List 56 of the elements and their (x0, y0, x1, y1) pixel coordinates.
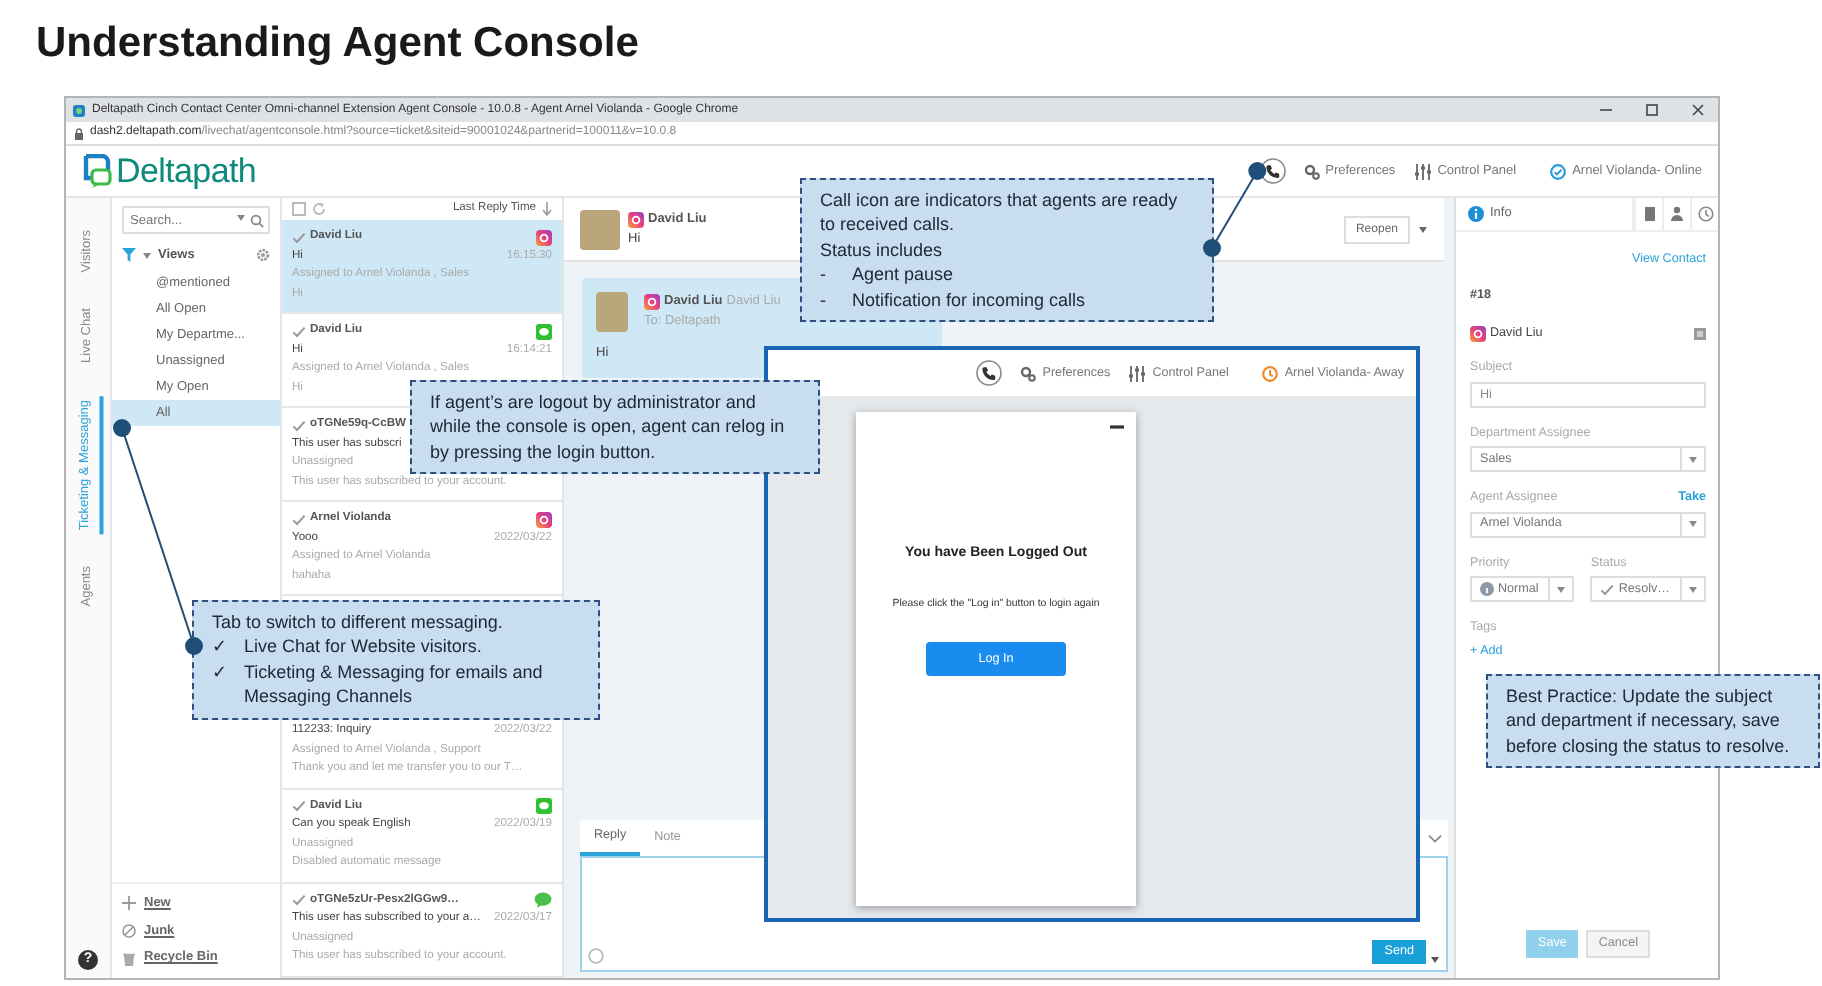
callout-bullet: Notification for incoming calls (852, 287, 1086, 313)
callout-text: Call icon are indicators that agents are ready to received calls. (820, 188, 1180, 238)
check-icon (292, 513, 306, 526)
gears-icon (1303, 163, 1320, 179)
check-icon (292, 894, 306, 907)
caret-icon (1418, 225, 1428, 233)
gears-icon (1020, 365, 1037, 381)
info-icon (1480, 582, 1494, 597)
browser-favicon-icon (72, 103, 86, 117)
person-icon[interactable] (1670, 206, 1684, 222)
card-icon (1694, 327, 1706, 340)
check-icon (292, 231, 306, 244)
caret-icon (236, 214, 246, 222)
sliders-icon (1128, 365, 1147, 381)
info-icon (1468, 206, 1484, 222)
bullet-marker: - (820, 262, 828, 288)
caret-icon (142, 251, 152, 260)
gear-icon[interactable] (256, 248, 270, 263)
check-icon (1600, 583, 1615, 596)
caret-icon (1430, 956, 1440, 964)
plus-icon (122, 896, 136, 911)
lock-icon (74, 127, 84, 139)
photo-placeholder (580, 209, 620, 249)
book-icon[interactable] (1643, 206, 1655, 222)
trash-icon (122, 951, 136, 966)
callout-text: Best Practice: Update the subject and department if necessary, save before closing the status to resolve. (1506, 684, 1792, 759)
photo-placeholder (596, 292, 628, 332)
callout-text: Status includes (820, 237, 945, 263)
chevron-down-icon[interactable] (1428, 833, 1442, 843)
check-icon (292, 419, 306, 432)
bullet-marker: ✓ (212, 634, 230, 660)
caret-icon (1688, 585, 1698, 594)
sliders-icon (1413, 163, 1432, 179)
bullet-marker: ✓ (212, 659, 230, 686)
leader-line (1203, 162, 1267, 257)
clock-icon[interactable] (1697, 206, 1713, 222)
filter-icon (122, 248, 136, 263)
callout-bullet: Ticketing & Messaging for emails and Messaging Channels (244, 659, 545, 710)
logo-icon (82, 154, 112, 188)
minimize-icon[interactable] (1110, 424, 1124, 430)
caret-icon (1688, 455, 1698, 464)
check-icon (292, 325, 306, 338)
bullet-marker: - (820, 287, 828, 313)
check-icon (292, 800, 306, 813)
callout-text: Tab to switch to different messaging. (212, 610, 505, 635)
callout-bullet: Agent pause (852, 262, 954, 288)
arrow-down-icon (542, 202, 552, 216)
logo-text: Deltapath (116, 149, 257, 194)
callout-bullet: Live Chat for Website visitors. (244, 634, 482, 660)
slide-title: Understanding Agent Console (36, 18, 641, 70)
select-all-checkbox[interactable] (292, 202, 306, 216)
search-icon (250, 214, 264, 228)
caret-icon (1688, 520, 1698, 529)
ban-icon (122, 923, 136, 938)
phone-icon[interactable] (976, 360, 1003, 386)
caret-icon (1556, 585, 1567, 594)
